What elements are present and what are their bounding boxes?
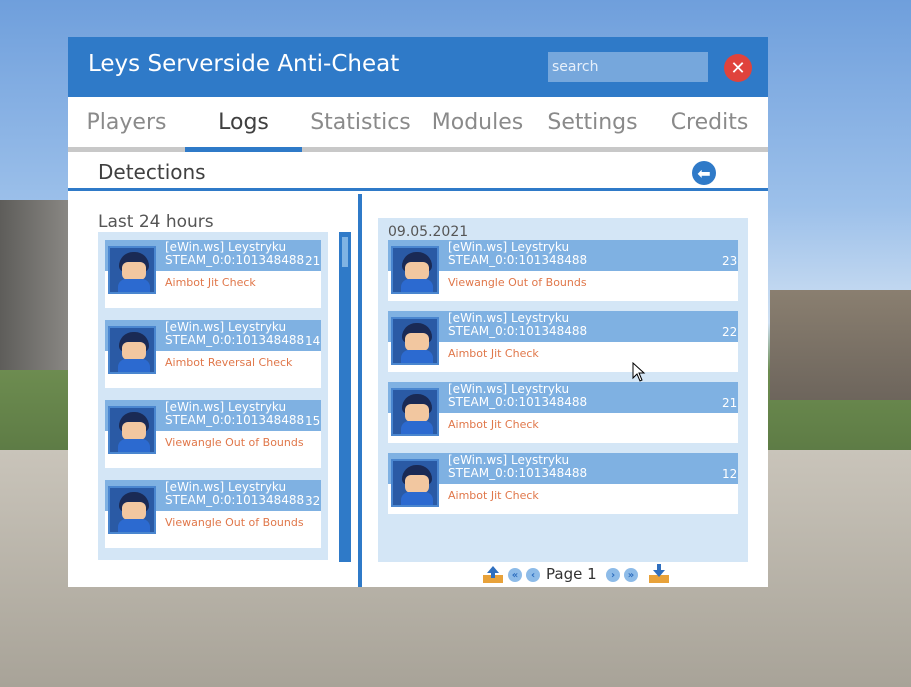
detection-check: Aimbot Jit Check [448,489,539,502]
steam-id: STEAM_0:0:101348488 [448,395,588,409]
active-tab-indicator [185,147,302,152]
left-panel-caption: Last 24 hours [98,212,214,232]
log-row[interactable]: [eWin.ws] Leystryku STEAM_0:0:101348488 … [388,311,738,372]
detection-count: 12 [722,467,738,481]
avatar [391,388,439,436]
download-icon [649,564,669,583]
detection-count: 14 [305,334,321,348]
avatar [391,317,439,365]
detection-count: 21 [722,396,738,410]
last-page-icon: » [627,569,635,581]
section-title: Detections [98,160,206,184]
next-page-button[interactable]: › [606,568,620,582]
detection-count: 21 [305,254,321,268]
tab-credits[interactable]: Credits [651,97,768,149]
log-row[interactable]: [eWin.ws] Leystryku STEAM_0:0:101348488 … [388,453,738,514]
tab-statistics[interactable]: Statistics [302,97,419,149]
tab-bar: Players Logs Statistics Modules Settings… [68,97,768,153]
detection-count: 23 [722,254,738,268]
list-item[interactable]: [eWin.ws] Leystryku STEAM_0:0:101348488 … [105,480,321,548]
detection-check: Aimbot Jit Check [448,418,539,431]
back-arrow-icon: ⬅ [697,163,711,183]
detection-count: 15 [305,414,321,428]
upload-icon [483,566,503,583]
first-page-button[interactable]: « [508,568,522,582]
search-input[interactable] [548,52,708,82]
detection-count: 22 [722,325,738,339]
log-date: 09.05.2021 [388,224,469,240]
background-building-right [770,290,911,400]
detection-check: Aimbot Reversal Check [165,356,293,369]
close-icon: ✕ [730,57,746,79]
list-item[interactable]: [eWin.ws] Leystryku STEAM_0:0:101348488 … [105,240,321,308]
anticheat-window: Leys Serverside Anti-Cheat ✕ Players Log… [68,37,768,587]
steam-id: STEAM_0:0:101348488 [165,493,305,507]
detection-check: Viewangle Out of Bounds [165,436,304,449]
list-item[interactable]: [eWin.ws] Leystryku STEAM_0:0:101348488 … [105,400,321,468]
steam-id: STEAM_0:0:101348488 [448,253,588,267]
avatar [108,326,156,374]
tab-players[interactable]: Players [68,97,185,149]
tab-underline [68,147,768,152]
left-list-scrollbar[interactable] [339,232,351,562]
back-button[interactable]: ⬅ [692,161,716,185]
avatar [108,406,156,454]
prev-page-button[interactable]: ‹ [526,568,540,582]
right-detections-panel: 09.05.2021 [eWin.ws] Leystryku STEAM_0:0… [378,218,748,562]
avatar [108,486,156,534]
first-page-icon: « [511,569,519,581]
avatar [391,459,439,507]
panel-divider [358,194,362,587]
section-header: Detections ⬅ [68,153,768,191]
list-item[interactable]: [eWin.ws] Leystryku STEAM_0:0:101348488 … [105,320,321,388]
detection-check: Aimbot Jit Check [165,276,256,289]
detection-check: Viewangle Out of Bounds [165,516,304,529]
scrollbar-thumb[interactable] [342,237,348,267]
steam-id: STEAM_0:0:101348488 [165,413,305,427]
avatar [391,246,439,294]
close-button[interactable]: ✕ [724,54,752,82]
upload-button[interactable] [482,566,504,584]
left-detections-list[interactable]: [eWin.ws] Leystryku STEAM_0:0:101348488 … [98,232,328,560]
avatar [108,246,156,294]
tab-modules[interactable]: Modules [419,97,536,149]
log-row[interactable]: [eWin.ws] Leystryku STEAM_0:0:101348488 … [388,382,738,443]
steam-id: STEAM_0:0:101348488 [165,253,305,267]
detection-count: 32 [305,494,321,508]
steam-id: STEAM_0:0:101348488 [448,324,588,338]
download-button[interactable] [648,564,670,584]
steam-id: STEAM_0:0:101348488 [448,466,588,480]
steam-id: STEAM_0:0:101348488 [165,333,305,347]
title-bar[interactable]: Leys Serverside Anti-Cheat ✕ [68,37,768,97]
log-row[interactable]: [eWin.ws] Leystryku STEAM_0:0:101348488 … [388,240,738,301]
tab-settings[interactable]: Settings [534,97,651,149]
pagination: « ‹ Page 1 › » [478,564,678,586]
detection-check: Aimbot Jit Check [448,347,539,360]
detection-check: Viewangle Out of Bounds [448,276,587,289]
mouse-cursor [632,361,646,386]
window-title: Leys Serverside Anti-Cheat [88,51,400,77]
tab-logs[interactable]: Logs [185,97,302,149]
prev-page-icon: ‹ [530,569,536,581]
last-page-button[interactable]: » [624,568,638,582]
next-page-icon: › [610,569,616,581]
page-indicator: Page 1 [546,565,597,583]
